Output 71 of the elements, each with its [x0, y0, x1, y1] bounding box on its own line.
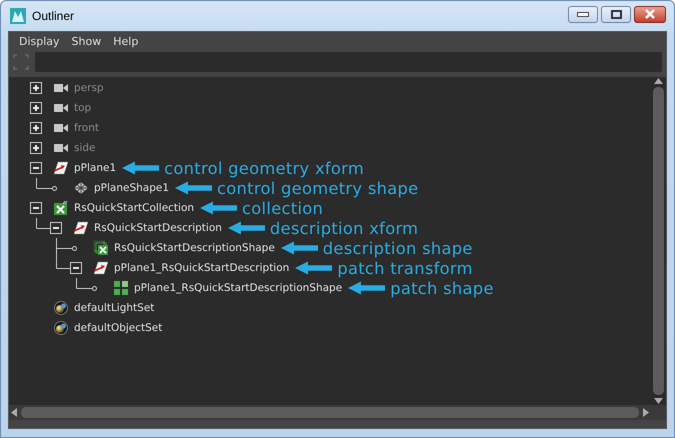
tree-item[interactable]: pPlaneShape1 — [94, 182, 170, 194]
menu-item[interactable]: Help — [107, 34, 144, 48]
tree-item[interactable]: defaultLightSet — [74, 302, 154, 314]
collapse-toggle[interactable] — [30, 162, 42, 174]
transform-icon — [94, 261, 108, 275]
annotation: patch shape — [390, 278, 494, 298]
tree-item[interactable]: side — [74, 142, 96, 154]
tree-item[interactable]: RsQuickStartDescription — [94, 222, 222, 234]
tree-item[interactable]: RsQuickStartCollection — [74, 202, 194, 214]
expand-toggle[interactable] — [30, 122, 42, 134]
annotation: description xform — [270, 218, 418, 238]
filter-field[interactable] — [35, 52, 662, 72]
leaf-connector — [66, 246, 77, 251]
scroll-left-icon[interactable] — [9, 407, 19, 418]
expand-toggle[interactable] — [30, 142, 42, 154]
sphere-icon — [54, 321, 68, 335]
tree-item[interactable]: defaultObjectSet — [74, 322, 162, 334]
annotation: control geometry shape — [217, 178, 418, 198]
tree-item[interactable]: persp — [74, 82, 104, 94]
sphere-icon — [54, 301, 68, 315]
window-title: Outliner — [32, 9, 74, 23]
app-icon — [10, 8, 26, 24]
arrow-icon — [280, 241, 318, 255]
maximize-button[interactable] — [601, 6, 631, 22]
tree-item[interactable]: front — [74, 122, 99, 134]
annotation: collection — [242, 198, 324, 218]
camera-icon — [54, 81, 68, 95]
grid-icon — [114, 281, 128, 295]
leaf-connector — [86, 286, 97, 291]
menu-item[interactable]: Display — [13, 34, 66, 48]
arrow-icon — [122, 161, 160, 175]
scroll-up-icon[interactable] — [653, 77, 664, 85]
transform-icon — [54, 161, 68, 175]
tree-line — [36, 218, 46, 229]
collapse-toggle[interactable] — [46, 222, 62, 234]
annotation: control geometry xform — [164, 158, 364, 178]
horizontal-scrollbar[interactable] — [9, 405, 666, 420]
leaf-connector — [46, 186, 57, 191]
minimize-button[interactable] — [568, 6, 598, 22]
maximize-icon — [610, 10, 622, 18]
tree-item[interactable]: pPlane1_RsQuickStartDescriptionShape — [134, 282, 342, 294]
tree-line — [36, 178, 46, 189]
camera-icon — [54, 101, 68, 115]
close-button[interactable] — [634, 6, 666, 22]
arrow-icon — [200, 201, 238, 215]
tree-item[interactable]: RsQuickStartDescriptionShape — [114, 242, 275, 254]
menu-item[interactable]: Show — [66, 34, 108, 48]
annotation: description shape — [322, 238, 473, 258]
camera-icon — [54, 141, 68, 155]
arrow-icon — [348, 281, 386, 295]
tree-line — [76, 278, 86, 289]
arrow-icon — [228, 221, 265, 235]
arrow-icon — [295, 261, 332, 275]
collapse-toggle[interactable] — [66, 262, 82, 274]
close-icon — [644, 9, 656, 19]
transform-icon — [74, 221, 88, 235]
expand-toggle[interactable] — [30, 102, 42, 114]
expand-toggle[interactable] — [30, 82, 42, 94]
stacked-squares-icon — [94, 241, 108, 255]
collapse-toggle[interactable] — [30, 202, 42, 214]
mesh-icon — [74, 181, 88, 195]
tree-item[interactable]: pPlane1_RsQuickStartDescription — [114, 262, 290, 274]
collection-icon — [54, 201, 68, 215]
vertical-scrollbar[interactable] — [651, 77, 666, 405]
tree-item[interactable]: pPlane1 — [74, 162, 116, 174]
arrow-icon — [175, 181, 212, 195]
scroll-right-icon[interactable] — [641, 407, 651, 418]
camera-icon — [54, 121, 68, 135]
tree-item[interactable]: top — [74, 102, 92, 114]
minimize-icon — [577, 12, 589, 16]
annotation: patch transform — [337, 258, 473, 278]
